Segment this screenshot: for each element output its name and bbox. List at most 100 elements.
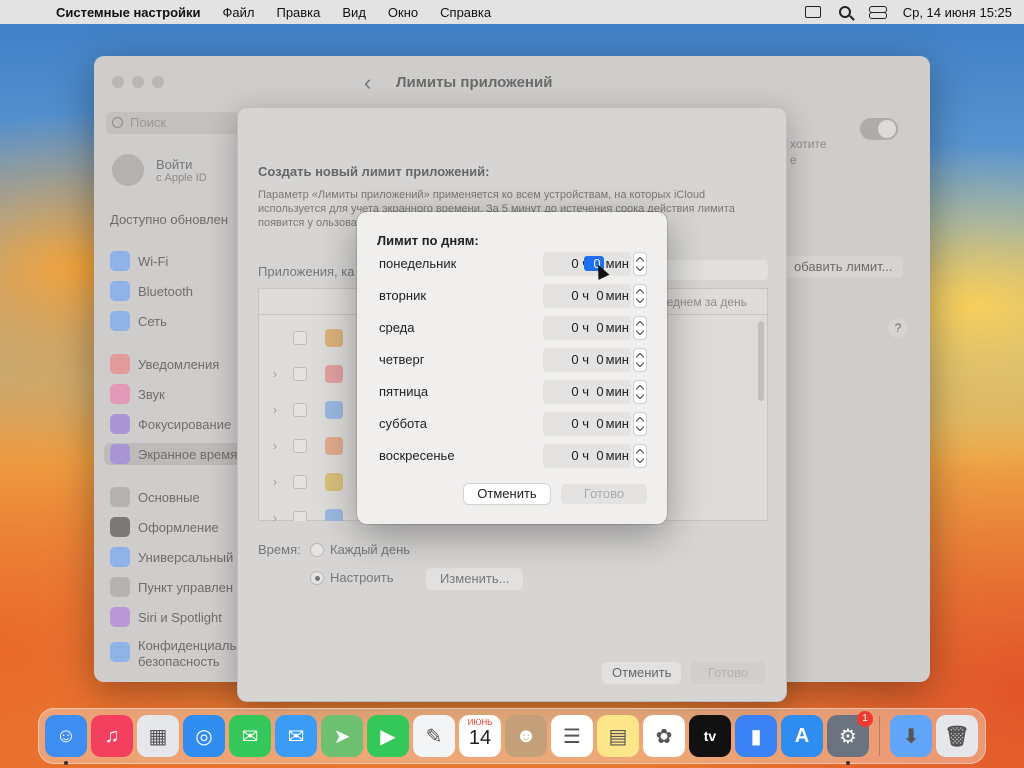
- add-limit-button[interactable]: обавить лимит...: [784, 256, 903, 278]
- back-chevron-icon[interactable]: ‹: [364, 70, 371, 96]
- time-stepper[interactable]: [633, 252, 647, 276]
- calendar-icon[interactable]: ИЮНЬ 14: [459, 715, 501, 757]
- time-field[interactable]: 0 ч0мин: [543, 316, 631, 340]
- sidebar-item-wifi[interactable]: Wi-Fi: [110, 250, 168, 272]
- day-name: понедельник: [379, 256, 457, 271]
- time-field[interactable]: 0 ч0мин: [543, 412, 631, 436]
- sidebar-item-sound[interactable]: Звук: [110, 383, 165, 405]
- maps-icon[interactable]: ➤: [321, 715, 363, 757]
- time-field[interactable]: 0 ч0мин: [543, 252, 631, 276]
- safari-icon[interactable]: ◎: [183, 715, 225, 757]
- time-field[interactable]: 0 ч0мин: [543, 444, 631, 468]
- spotlight-search-icon[interactable]: [838, 6, 851, 18]
- custom-radio[interactable]: [310, 571, 324, 585]
- time-stepper[interactable]: [633, 316, 647, 340]
- control-center-icon: [110, 577, 130, 597]
- notes-icon[interactable]: ▤: [597, 715, 639, 757]
- row-checkbox[interactable]: [293, 367, 307, 381]
- launchpad-icon[interactable]: ▦: [137, 715, 179, 757]
- change-button[interactable]: Изменить...: [426, 568, 524, 590]
- sidebar-item-focus[interactable]: Фокусирование: [110, 413, 231, 435]
- sheet-done-button[interactable]: Готово: [690, 662, 766, 684]
- sidebar-item-appearance[interactable]: Оформление: [110, 516, 219, 538]
- tv-icon[interactable]: tv: [689, 715, 731, 757]
- sidebar-item-accessibility[interactable]: Универсальный: [110, 546, 233, 568]
- sidebar-item-general[interactable]: Основные: [110, 486, 200, 508]
- control-center-icon[interactable]: [868, 5, 887, 19]
- freeform-icon[interactable]: ✎: [413, 715, 455, 757]
- disclosure-chevron-icon[interactable]: ›: [273, 475, 277, 489]
- apps-search-input[interactable]: [658, 260, 768, 280]
- sidebar-item-bluetooth[interactable]: Bluetooth: [110, 280, 193, 302]
- minimize-button[interactable]: [132, 76, 144, 88]
- menu-clock[interactable]: Ср, 14 июня 15:25: [903, 5, 1012, 20]
- sidebar-item-notifications[interactable]: Уведомления: [110, 353, 219, 375]
- appstore-icon[interactable]: A: [781, 715, 823, 757]
- disclosure-chevron-icon[interactable]: ›: [273, 367, 277, 381]
- downloads-folder-icon[interactable]: ⬇: [890, 715, 932, 757]
- sheet-cancel-button[interactable]: Отменить: [602, 662, 682, 684]
- time-stepper[interactable]: [633, 412, 647, 436]
- keynote-icon[interactable]: ▮: [735, 715, 777, 757]
- sidebar-item-label: Фокусирование: [138, 416, 232, 432]
- photos-icon[interactable]: ✿: [643, 715, 685, 757]
- row-checkbox[interactable]: [293, 403, 307, 417]
- facetime-icon[interactable]: ▶: [367, 715, 409, 757]
- sidebar-item-control-center[interactable]: Пункт управлен: [110, 576, 233, 598]
- screen-time-toggle[interactable]: [860, 118, 898, 140]
- time-stepper[interactable]: [633, 348, 647, 372]
- time-field[interactable]: 0 ч0мин: [543, 284, 631, 308]
- row-checkbox[interactable]: [293, 511, 307, 521]
- menu-help[interactable]: Справка: [440, 5, 491, 20]
- disclosure-chevron-icon[interactable]: ›: [273, 403, 277, 417]
- sidebar-item-siri[interactable]: Siri и Spotlight: [110, 606, 222, 628]
- zoom-button[interactable]: [152, 76, 164, 88]
- every-day-label[interactable]: Каждый день: [330, 542, 410, 557]
- time-stepper[interactable]: [633, 444, 647, 468]
- music-icon[interactable]: ♫: [91, 715, 133, 757]
- menu-edit[interactable]: Правка: [276, 5, 320, 20]
- close-button[interactable]: [112, 76, 124, 88]
- daily-limit-dialog: Лимит по дням: понедельник0 ч0минвторник…: [357, 212, 667, 524]
- menu-window[interactable]: Окно: [388, 5, 418, 20]
- apple-id-account[interactable]: Войти с Apple ID: [112, 154, 207, 186]
- row-checkbox[interactable]: [293, 331, 307, 345]
- row-checkbox[interactable]: [293, 475, 307, 489]
- dialog-cancel-button[interactable]: Отменить: [464, 484, 550, 504]
- minutes-field[interactable]: 0 мин: [581, 384, 629, 399]
- time-field[interactable]: 0 ч0мин: [543, 348, 631, 372]
- row-checkbox[interactable]: [293, 439, 307, 453]
- time-stepper[interactable]: [633, 284, 647, 308]
- right-hint-text: хотите е: [790, 137, 827, 167]
- update-available-note[interactable]: Доступно обновлен: [110, 212, 228, 227]
- contacts-icon[interactable]: ☻: [505, 715, 547, 757]
- mail-icon[interactable]: ✉: [275, 715, 317, 757]
- reminders-icon[interactable]: ☰: [551, 715, 593, 757]
- minutes-field[interactable]: 0 мин: [581, 288, 629, 303]
- minutes-field[interactable]: 0 мин: [581, 448, 629, 463]
- disclosure-chevron-icon[interactable]: ›: [273, 511, 277, 521]
- minutes-field[interactable]: 0 мин: [581, 416, 629, 431]
- sidebar-item-privacy[interactable]: Конфиденциаль безопасность: [110, 638, 236, 674]
- sidebar-item-network[interactable]: Сеть: [110, 310, 167, 332]
- messages-icon[interactable]: ✉: [229, 715, 271, 757]
- trash-icon[interactable]: 🗑: [936, 715, 978, 757]
- menu-file[interactable]: Файл: [223, 5, 255, 20]
- minutes-field[interactable]: 0 мин: [581, 352, 629, 367]
- disclosure-chevron-icon[interactable]: ›: [273, 439, 277, 453]
- system-settings-icon[interactable]: ⚙ 1: [827, 711, 873, 765]
- table-scrollbar[interactable]: [758, 321, 764, 401]
- time-stepper[interactable]: [633, 380, 647, 404]
- custom-label[interactable]: Настроить: [330, 570, 394, 585]
- finder-icon[interactable]: ☺: [45, 715, 87, 765]
- screen-mirroring-icon[interactable]: [804, 6, 821, 18]
- sidebar-search-input[interactable]: Поиск: [106, 112, 246, 134]
- minutes-field[interactable]: 0 мин: [581, 320, 629, 335]
- dialog-done-button[interactable]: Готово: [561, 484, 647, 504]
- table-header-average[interactable]: реднем за день: [660, 295, 747, 309]
- help-button[interactable]: ?: [888, 318, 908, 338]
- menu-app-name[interactable]: Системные настройки: [56, 5, 201, 20]
- time-field[interactable]: 0 ч0мин: [543, 380, 631, 404]
- every-day-radio[interactable]: [310, 543, 324, 557]
- menu-view[interactable]: Вид: [342, 5, 366, 20]
